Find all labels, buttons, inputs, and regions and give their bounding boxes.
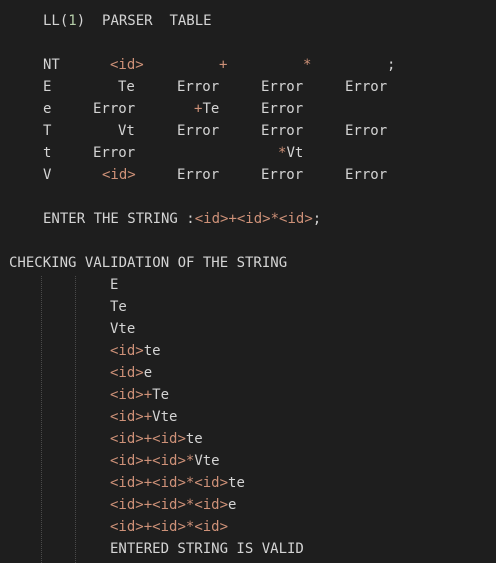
table-cell: Error	[345, 79, 388, 95]
derivation-token: +	[143, 409, 153, 425]
indent-guide	[75, 276, 76, 563]
validation-result: ENTERED STRING IS VALID	[110, 541, 304, 557]
derivation-token: Te	[152, 387, 170, 403]
derivation-token: +	[143, 431, 153, 447]
table-cell: Error	[93, 101, 136, 117]
derivation-token: <id>	[110, 387, 144, 403]
table-cell: Error	[93, 145, 136, 161]
derivation-token: Vte	[110, 321, 136, 337]
table-cell: Error	[261, 101, 304, 117]
derivation-token: <id>	[110, 475, 144, 491]
table-cell: Error	[345, 123, 388, 139]
derivation-token: +	[143, 519, 153, 535]
table-cell: Error	[177, 79, 220, 95]
derivation-token: <id>	[110, 519, 144, 535]
derivation-step: <id>+Vte	[110, 408, 177, 426]
table-header-nt: NT	[43, 57, 60, 73]
derivation-token: <id>	[110, 343, 144, 359]
table-header-star: *	[303, 57, 312, 73]
table-header-id: <id>	[110, 57, 144, 73]
table-row-nt: V	[43, 167, 52, 183]
derivation-token: <id>	[152, 431, 186, 447]
derivation-token: <id>	[194, 497, 229, 513]
table-cell: Te	[118, 79, 135, 95]
derivation-token: <id>	[110, 431, 144, 447]
table-cell: +Te	[194, 101, 220, 117]
table-cell: Error	[261, 123, 304, 139]
derivation-token: +	[143, 387, 153, 403]
table-header-plus: +	[219, 57, 228, 73]
title-suffix: ) PARSER TABLE	[76, 13, 212, 29]
derivation-token: Vte	[152, 409, 178, 425]
derivation-token: Te	[110, 299, 127, 315]
derivation-token: <id>	[194, 475, 229, 491]
table-cell: Error	[261, 79, 304, 95]
derivation-step: <id>te	[110, 342, 161, 360]
derivation-token: <id>	[194, 519, 229, 535]
derivation-token: <id>	[110, 365, 144, 381]
table-row-nt: t	[43, 145, 52, 161]
table-row-nt: e	[43, 101, 52, 117]
derivation-step: <id>+<id>*Vte	[110, 452, 220, 470]
derivation-token: <id>	[152, 453, 186, 469]
table-header-semicolon: ;	[387, 57, 396, 73]
derivation-step: <id>+Te	[110, 386, 169, 404]
indent-guide	[41, 276, 42, 563]
table-cell: Vt	[118, 123, 135, 139]
derivation-token: +	[143, 475, 153, 491]
derivation-step: <id>+<id>*<id>	[110, 518, 228, 536]
title-number: 1	[68, 13, 77, 29]
derivation-token: E	[110, 277, 119, 293]
table-cell: Error	[345, 167, 388, 183]
derivation-step: Vte	[110, 320, 135, 338]
parser-title: LL(1) PARSER TABLE	[43, 12, 212, 30]
derivation-token: e	[143, 365, 153, 381]
derivation-token: e	[228, 497, 237, 513]
derivation-token: +	[143, 453, 153, 469]
derivation-token: <id>	[152, 519, 186, 535]
derivation-token: te	[228, 475, 245, 491]
validation-heading: CHECKING VALIDATION OF THE STRING	[9, 255, 288, 271]
table-cell: *Vt	[278, 145, 304, 161]
derivation-step: <id>e	[110, 364, 152, 382]
input-line: ENTER THE STRING :<id>+<id>*<id>;	[43, 211, 322, 227]
derivation-token: <id>	[152, 497, 186, 513]
derivation-token: Vte	[194, 453, 220, 469]
derivation-step: E	[110, 276, 118, 294]
table-row-nt: T	[43, 123, 52, 139]
derivation-token: <id>	[110, 409, 144, 425]
derivation-step: <id>+<id>*<id>te	[110, 474, 245, 492]
derivation-token: te	[143, 343, 161, 359]
derivation-step: Te	[110, 298, 127, 316]
table-cell: Error	[177, 123, 220, 139]
table-cell: <id>	[102, 167, 136, 183]
derivation-token: <id>	[110, 497, 144, 513]
derivation-step: <id>+<id>*<id>e	[110, 496, 236, 514]
derivation-step: <id>+<id>te	[110, 430, 203, 448]
title-prefix: LL(	[43, 13, 69, 29]
derivation-token: <id>	[110, 453, 144, 469]
input-label: ENTER THE STRING :	[43, 211, 195, 227]
table-cell: Error	[261, 167, 304, 183]
derivation-token: +	[143, 497, 153, 513]
derivation-token: te	[185, 431, 203, 447]
table-row-nt: E	[43, 79, 52, 95]
derivation-token: <id>	[152, 475, 186, 491]
table-cell: Error	[177, 167, 220, 183]
